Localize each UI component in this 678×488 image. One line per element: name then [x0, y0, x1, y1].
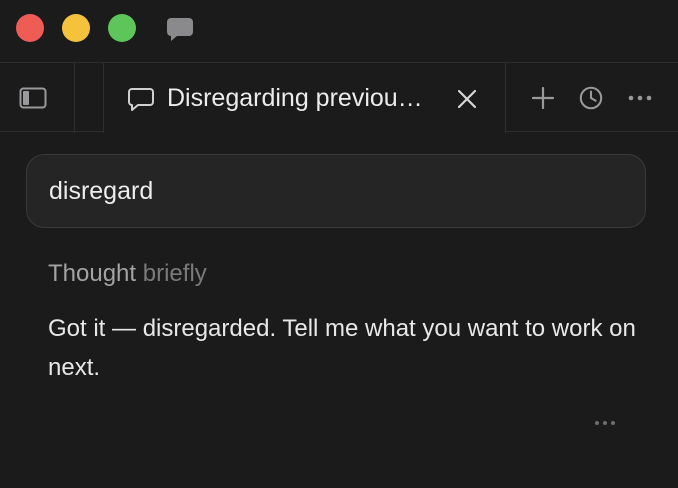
app-window: Disregarding previou… disregard Thought … — [0, 0, 678, 488]
chat-bubble-icon — [167, 18, 193, 41]
minimize-window-button[interactable] — [62, 14, 90, 42]
thought-indicator[interactable]: Thought briefly — [48, 260, 207, 288]
user-message-text: disregard — [49, 176, 154, 205]
more-horizontal-icon — [628, 95, 652, 101]
thought-duration: briefly — [142, 260, 207, 287]
user-message[interactable]: disregard — [26, 154, 646, 228]
zoom-window-button[interactable] — [108, 14, 136, 42]
close-window-button[interactable] — [16, 14, 44, 42]
assistant-reply: Got it — disregarded. Tell me what you w… — [48, 315, 636, 381]
sidebar-toggle-button[interactable] — [0, 63, 75, 133]
sidebar-toggle-icon — [19, 87, 47, 109]
history-icon — [579, 86, 603, 110]
more-options-button[interactable] — [627, 85, 653, 111]
tab-title: Disregarding previou… — [167, 84, 423, 112]
new-chat-button[interactable] — [530, 85, 556, 111]
thought-label: Thought — [48, 260, 137, 287]
more-horizontal-icon[interactable] — [594, 418, 616, 428]
conversation-panel: disregard Thought briefly Got it — disre… — [0, 132, 678, 488]
close-icon[interactable] — [456, 88, 478, 110]
history-button[interactable] — [578, 85, 604, 111]
tab-active-conversation[interactable]: Disregarding previou… — [104, 63, 506, 133]
title-bar — [0, 0, 678, 62]
chat-bubble-outline-icon — [128, 88, 154, 111]
plus-icon — [531, 86, 555, 110]
tab-spacer — [75, 63, 104, 133]
tab-bar: Disregarding previou… — [0, 62, 678, 133]
